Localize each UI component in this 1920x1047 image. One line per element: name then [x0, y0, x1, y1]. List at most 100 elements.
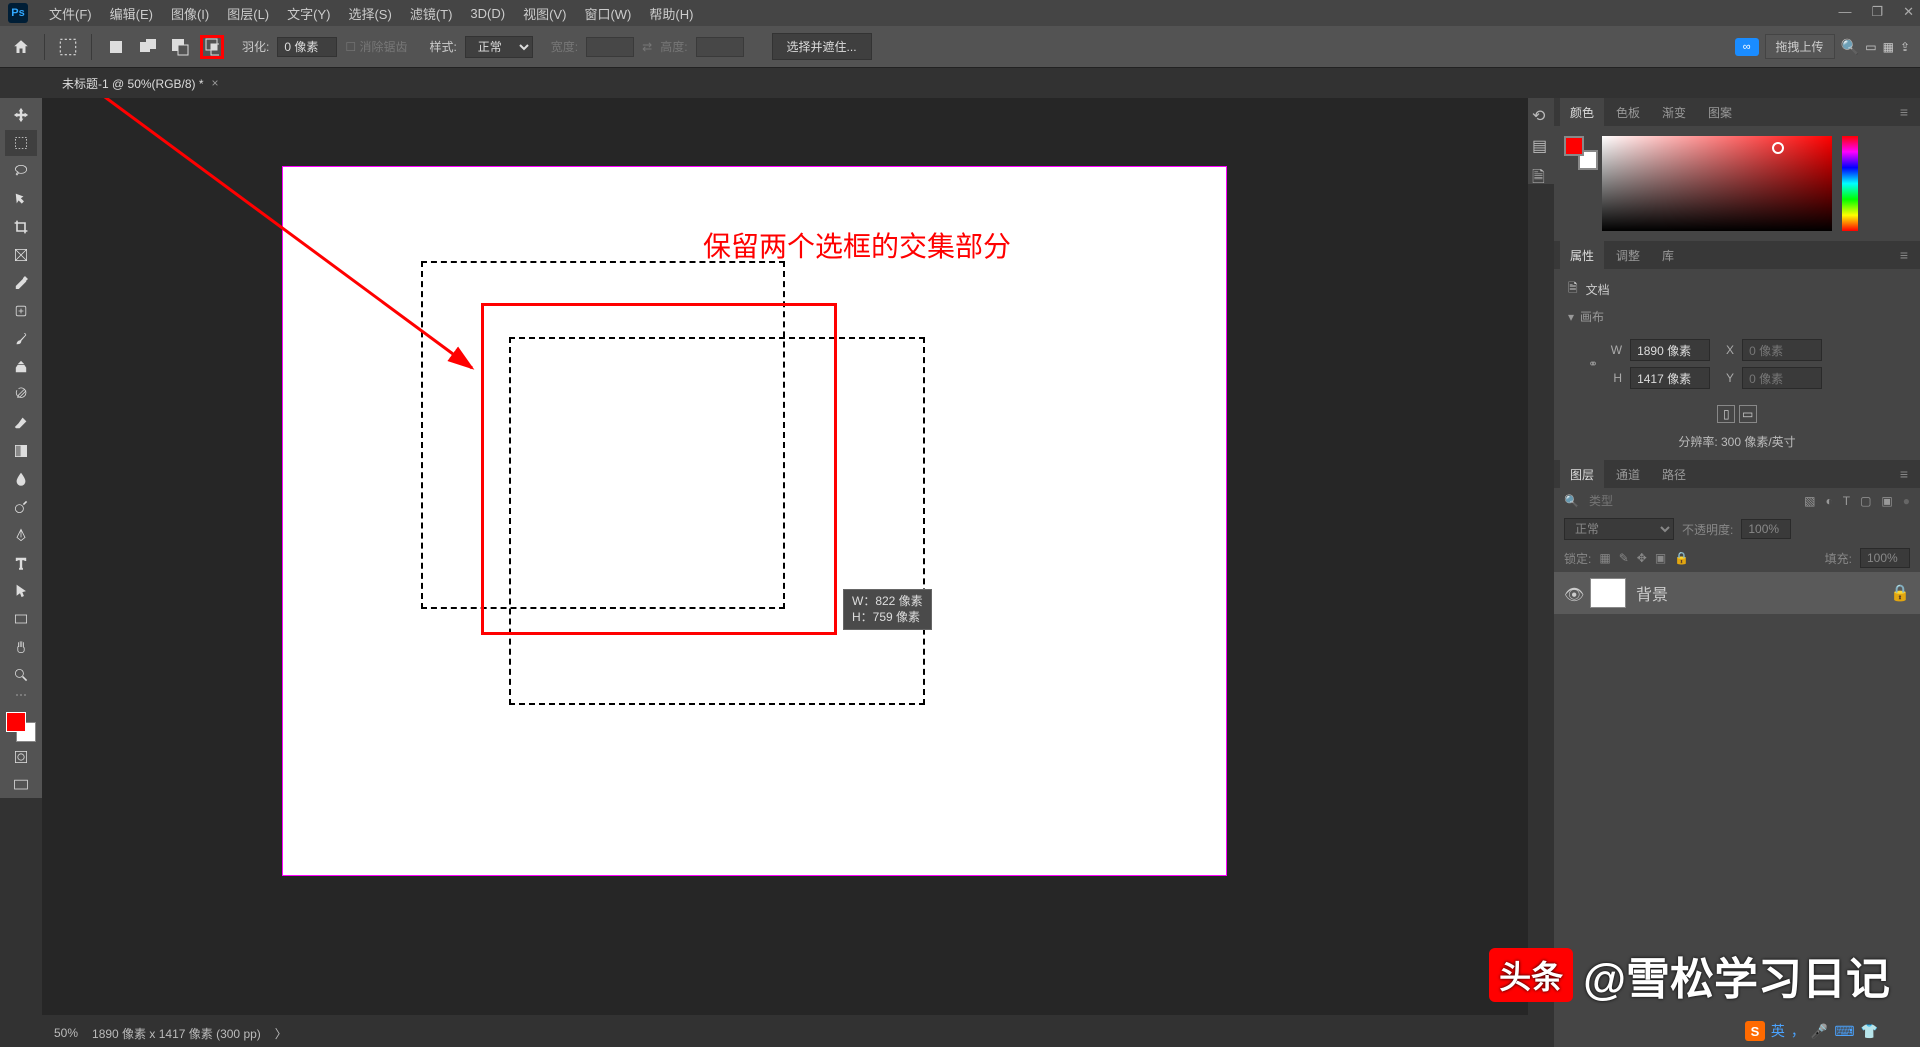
- arrange-icon[interactable]: ▦: [1883, 40, 1894, 54]
- marquee-tool[interactable]: [5, 130, 37, 156]
- filter-adjust-icon[interactable]: ◐: [1825, 494, 1832, 508]
- libraries-panel-icon[interactable]: ▤: [1532, 136, 1550, 154]
- search-icon[interactable]: 🔍: [1841, 38, 1860, 56]
- hue-slider[interactable]: [1842, 136, 1858, 231]
- lock-icon[interactable]: 🔒: [1890, 583, 1910, 603]
- link-wh-icon[interactable]: ⚭: [1588, 357, 1598, 371]
- menu-type[interactable]: 文字(Y): [278, 4, 339, 23]
- sogou-ime-icon[interactable]: S: [1745, 1021, 1765, 1041]
- canvas-height-input[interactable]: [1630, 367, 1710, 389]
- move-tool[interactable]: [5, 102, 37, 128]
- layer-item-background[interactable]: 👁 背景 🔒: [1554, 572, 1920, 614]
- lock-transparency-icon[interactable]: ▦: [1599, 551, 1610, 565]
- menu-edit[interactable]: 编辑(E): [101, 4, 162, 23]
- close-tab-icon[interactable]: ×: [212, 76, 219, 90]
- lock-all-icon[interactable]: 🔒: [1674, 551, 1689, 565]
- canvas-y-input[interactable]: [1742, 367, 1822, 389]
- layer-name[interactable]: 背景: [1636, 581, 1668, 605]
- tab-channels[interactable]: 通道: [1606, 460, 1650, 489]
- filter-smart-icon[interactable]: ▣: [1881, 494, 1892, 508]
- selection-intersect-icon[interactable]: [200, 35, 224, 59]
- upload-button[interactable]: 拖拽上传: [1765, 34, 1835, 59]
- chevron-down-icon[interactable]: ▾: [1568, 310, 1574, 324]
- menu-file[interactable]: 文件(F): [40, 4, 101, 23]
- visibility-icon[interactable]: 👁: [1564, 585, 1580, 601]
- landscape-icon[interactable]: ▭: [1739, 405, 1757, 423]
- menu-view[interactable]: 视图(V): [514, 4, 575, 23]
- ime-mic-icon[interactable]: 🎤: [1811, 1023, 1828, 1040]
- panel-menu-icon[interactable]: ≡: [1894, 247, 1914, 263]
- window-minimize-icon[interactable]: —: [1838, 4, 1851, 20]
- comments-panel-icon[interactable]: 🗎: [1532, 166, 1550, 184]
- cloud-sync-icon[interactable]: ∞: [1735, 38, 1759, 56]
- zoom-tool[interactable]: [5, 662, 37, 688]
- feather-input[interactable]: [277, 37, 337, 57]
- frame-tool[interactable]: [5, 242, 37, 268]
- menu-layer[interactable]: 图层(L): [218, 4, 278, 23]
- menu-help[interactable]: 帮助(H): [640, 4, 702, 23]
- lock-brush-icon[interactable]: ✎: [1619, 551, 1629, 565]
- menu-select[interactable]: 选择(S): [339, 4, 400, 23]
- edit-toolbar-icon[interactable]: [11, 694, 31, 702]
- selection-subtract-icon[interactable]: [168, 35, 192, 59]
- portrait-icon[interactable]: ▯: [1717, 405, 1735, 423]
- brush-tool[interactable]: [5, 326, 37, 352]
- tab-layers[interactable]: 图层: [1560, 460, 1604, 489]
- type-tool[interactable]: [5, 550, 37, 576]
- foreground-color[interactable]: [6, 712, 26, 732]
- filter-pixel-icon[interactable]: ▧: [1804, 494, 1815, 508]
- clone-stamp-tool[interactable]: [5, 354, 37, 380]
- ime-lang[interactable]: 英: [1771, 1021, 1785, 1041]
- canvas-width-input[interactable]: [1630, 339, 1710, 361]
- filter-type-icon[interactable]: T: [1843, 494, 1850, 508]
- pen-tool[interactable]: [5, 522, 37, 548]
- zoom-level[interactable]: 50%: [54, 1026, 78, 1040]
- tab-libraries[interactable]: 库: [1652, 241, 1684, 270]
- history-brush-tool[interactable]: [5, 382, 37, 408]
- tab-properties[interactable]: 属性: [1560, 241, 1604, 270]
- screen-mode-icon[interactable]: [5, 772, 37, 798]
- ime-keyboard-icon[interactable]: ⌨: [1834, 1023, 1854, 1040]
- filter-shape-icon[interactable]: ▢: [1860, 494, 1871, 508]
- share-icon[interactable]: ⇪: [1900, 40, 1910, 54]
- filter-toggle-icon[interactable]: ●: [1903, 494, 1910, 508]
- status-chevron-icon[interactable]: 〉: [275, 1025, 287, 1042]
- select-and-mask-button[interactable]: 选择并遮住...: [772, 33, 872, 60]
- marquee-tool-preset-icon[interactable]: [57, 36, 79, 58]
- menu-filter[interactable]: 滤镜(T): [401, 4, 462, 23]
- window-close-icon[interactable]: ✕: [1903, 4, 1914, 20]
- gradient-tool[interactable]: [5, 438, 37, 464]
- opacity-input[interactable]: [1741, 519, 1791, 539]
- lock-position-icon[interactable]: ✥: [1637, 551, 1647, 565]
- tab-swatches[interactable]: 色板: [1606, 98, 1650, 127]
- canvas-area[interactable]: 保留两个选框的交集部分 W：822 像素 H：759 像素: [42, 98, 1528, 1015]
- lasso-tool[interactable]: [5, 158, 37, 184]
- layer-thumbnail[interactable]: [1590, 578, 1626, 608]
- menu-image[interactable]: 图像(I): [162, 4, 218, 23]
- panel-menu-icon[interactable]: ≡: [1894, 104, 1914, 120]
- path-select-tool[interactable]: [5, 578, 37, 604]
- blend-mode-select[interactable]: 正常: [1564, 518, 1674, 540]
- layer-filter-input[interactable]: [1589, 494, 1794, 508]
- healing-brush-tool[interactable]: [5, 298, 37, 324]
- window-maximize-icon[interactable]: ❐: [1871, 4, 1883, 20]
- tab-patterns[interactable]: 图案: [1698, 98, 1742, 127]
- quick-mask-icon[interactable]: [5, 744, 37, 770]
- selection-new-icon[interactable]: [104, 35, 128, 59]
- quick-select-tool[interactable]: [5, 186, 37, 212]
- color-swatches[interactable]: [6, 712, 36, 742]
- menu-window[interactable]: 窗口(W): [575, 4, 640, 23]
- lock-artboard-icon[interactable]: ▣: [1655, 551, 1666, 565]
- document-canvas[interactable]: 保留两个选框的交集部分 W：822 像素 H：759 像素: [282, 166, 1227, 876]
- document-tab[interactable]: 未标题-1 @ 50%(RGB/8) * ×: [50, 75, 231, 92]
- home-icon[interactable]: [10, 36, 32, 58]
- panel-menu-icon[interactable]: ≡: [1894, 466, 1914, 482]
- hand-tool[interactable]: [5, 634, 37, 660]
- blur-tool[interactable]: [5, 466, 37, 492]
- ime-punct-icon[interactable]: ，: [1791, 1021, 1805, 1041]
- tab-adjustments[interactable]: 调整: [1606, 241, 1650, 270]
- color-field[interactable]: [1602, 136, 1832, 231]
- tab-gradients[interactable]: 渐变: [1652, 98, 1696, 127]
- ime-skin-icon[interactable]: 👕: [1861, 1023, 1878, 1040]
- eraser-tool[interactable]: [5, 410, 37, 436]
